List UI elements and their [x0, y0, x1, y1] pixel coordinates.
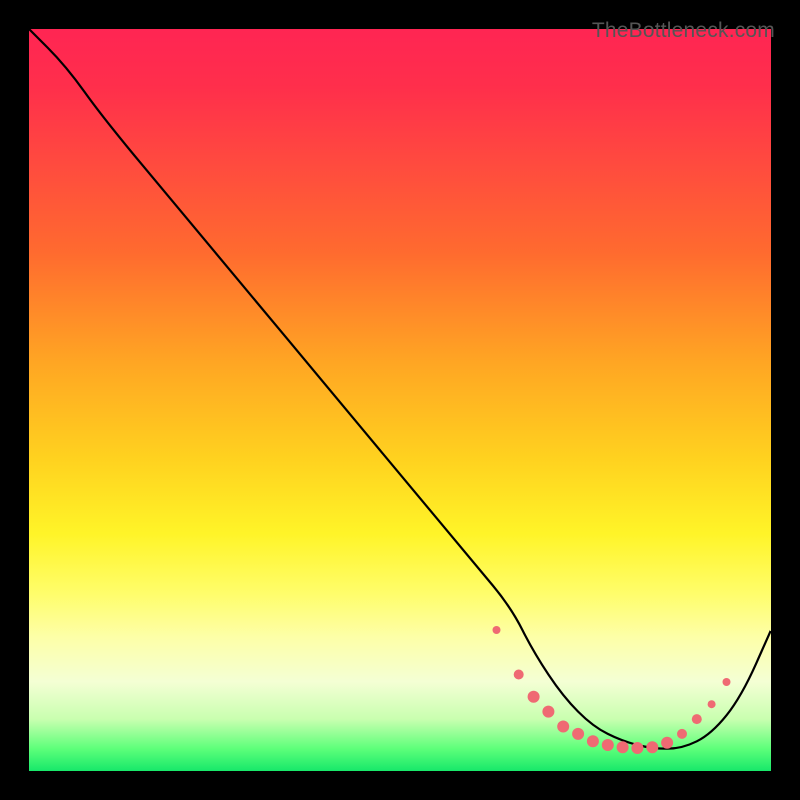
marker-dot [514, 670, 524, 680]
plot-area [29, 29, 771, 771]
curve-layer [29, 29, 771, 771]
chart-frame: TheBottleneck.com [17, 17, 783, 783]
marker-dot [602, 739, 614, 751]
marker-dot [542, 706, 554, 718]
marker-dot [646, 741, 658, 753]
marker-dot [723, 678, 731, 686]
marker-dot [677, 729, 687, 739]
marker-dot [661, 737, 673, 749]
marker-dot [631, 742, 643, 754]
marker-dot [692, 714, 702, 724]
marker-dot [572, 728, 584, 740]
marker-dot [528, 691, 540, 703]
marker-dot [708, 700, 716, 708]
marker-dot [557, 721, 569, 733]
watermark-text: TheBottleneck.com [592, 19, 775, 43]
marker-dot [617, 741, 629, 753]
marker-dot [587, 735, 599, 747]
marker-dot [493, 626, 501, 634]
series-curve [29, 29, 771, 749]
